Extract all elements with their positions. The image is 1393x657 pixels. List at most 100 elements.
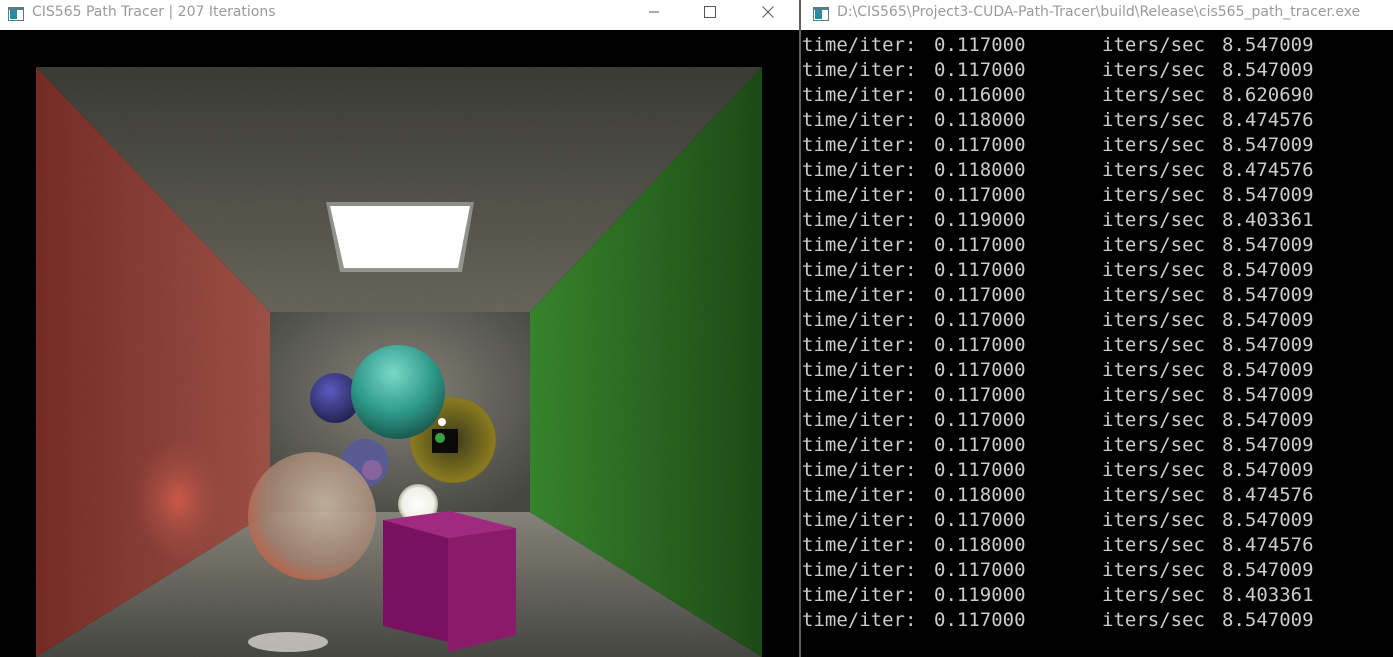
minimize-button[interactable] (631, 0, 677, 24)
console-value: 0.117000 (934, 184, 1026, 206)
console-line: time/iter: 0.119000 iters/sec 8.403361 (801, 208, 1393, 233)
window-title: CIS565 Path Tracer | 207 Iterations (32, 4, 276, 20)
render-window[interactable]: CIS565 Path Tracer | 207 Iterations (0, 0, 799, 657)
console-value: 0.116000 (934, 84, 1026, 106)
console-label: time/iter: (802, 134, 917, 156)
console-label: time/iter: (802, 359, 917, 381)
console-label: iters/sec (1102, 459, 1205, 481)
console-window-titlebar[interactable]: D:\CIS565\Project3-CUDA-Path-Tracer\buil… (801, 0, 1393, 30)
console-value: 8.474576 (1222, 159, 1314, 181)
console-value: 0.117000 (934, 509, 1026, 531)
console-label: iters/sec (1102, 259, 1205, 281)
console-value: 8.547009 (1222, 609, 1314, 631)
console-label: time/iter: (802, 59, 917, 81)
maximize-button[interactable] (687, 0, 733, 24)
console-label: iters/sec (1102, 59, 1205, 81)
console-value: 8.547009 (1222, 434, 1314, 456)
console-label: iters/sec (1102, 384, 1205, 406)
console-value: 0.119000 (934, 209, 1026, 231)
console-value: 8.474576 (1222, 534, 1314, 556)
console-value: 0.117000 (934, 559, 1026, 581)
console-value: 8.547009 (1222, 409, 1314, 431)
console-value: 8.620690 (1222, 84, 1314, 106)
console-label: time/iter: (802, 234, 917, 256)
magenta-cube (383, 511, 516, 652)
console-value: 8.474576 (1222, 484, 1314, 506)
console-value: 8.547009 (1222, 134, 1314, 156)
console-line: time/iter: 0.118000 iters/sec 8.474576 (801, 158, 1393, 183)
console-window-icon (813, 5, 829, 21)
console-label: time/iter: (802, 584, 917, 606)
console-label: time/iter: (802, 184, 917, 206)
console-value: 0.117000 (934, 409, 1026, 431)
console-line: time/iter: 0.117000 iters/sec 8.547009 (801, 558, 1393, 583)
console-window[interactable]: D:\CIS565\Project3-CUDA-Path-Tracer\buil… (801, 0, 1393, 657)
console-output[interactable]: time/iter: 0.117000 iters/sec 8.547009 time/… (801, 30, 1393, 657)
console-title: D:\CIS565\Project3-CUDA-Path-Tracer\buil… (837, 4, 1361, 20)
console-value: 8.547009 (1222, 184, 1314, 206)
floor-reflection (248, 632, 328, 652)
console-value: 8.547009 (1222, 509, 1314, 531)
teal-sphere (351, 345, 445, 439)
console-value: 0.117000 (934, 359, 1026, 381)
console-line: time/iter: 0.117000 iters/sec 8.547009 (801, 608, 1393, 633)
console-value: 8.403361 (1222, 209, 1314, 231)
console-label: iters/sec (1102, 209, 1205, 231)
close-icon (762, 6, 774, 18)
console-value: 8.547009 (1222, 384, 1314, 406)
console-label: time/iter: (802, 609, 917, 631)
console-value: 8.547009 (1222, 459, 1314, 481)
console-value: 8.547009 (1222, 559, 1314, 581)
console-value: 0.118000 (934, 159, 1026, 181)
cornell-box-render (36, 67, 762, 657)
console-value: 0.118000 (934, 109, 1026, 131)
console-value: 8.547009 (1222, 259, 1314, 281)
console-label: iters/sec (1102, 534, 1205, 556)
console-value: 8.547009 (1222, 59, 1314, 81)
console-value: 8.547009 (1222, 334, 1314, 356)
console-label: time/iter: (802, 309, 917, 331)
minimize-icon (649, 11, 659, 13)
console-label: iters/sec (1102, 184, 1205, 206)
app-window-icon (8, 5, 24, 21)
console-line: time/iter: 0.117000 iters/sec 8.547009 (801, 358, 1393, 383)
console-label: time/iter: (802, 559, 917, 581)
close-button[interactable] (745, 0, 791, 24)
console-value: 8.547009 (1222, 359, 1314, 381)
console-line: time/iter: 0.117000 iters/sec 8.547009 (801, 333, 1393, 358)
console-value: 0.117000 (934, 34, 1026, 56)
console-value: 8.547009 (1222, 284, 1314, 306)
console-label: time/iter: (802, 284, 917, 306)
console-value: 0.117000 (934, 334, 1026, 356)
console-line: time/iter: 0.117000 iters/sec 8.547009 (801, 458, 1393, 483)
console-line: time/iter: 0.119000 iters/sec 8.403361 (801, 583, 1393, 608)
console-value: 8.547009 (1222, 309, 1314, 331)
console-value: 8.403361 (1222, 584, 1314, 606)
console-value: 0.117000 (934, 59, 1026, 81)
console-label: iters/sec (1102, 584, 1205, 606)
console-line: time/iter: 0.117000 iters/sec 8.547009 (801, 183, 1393, 208)
console-value: 0.117000 (934, 434, 1026, 456)
console-line: time/iter: 0.117000 iters/sec 8.547009 (801, 508, 1393, 533)
console-label: iters/sec (1102, 234, 1205, 256)
console-label: time/iter: (802, 34, 917, 56)
render-window-titlebar[interactable]: CIS565 Path Tracer | 207 Iterations (0, 0, 799, 30)
console-label: time/iter: (802, 434, 917, 456)
console-label: iters/sec (1102, 159, 1205, 181)
console-value: 0.117000 (934, 609, 1026, 631)
console-label: time/iter: (802, 334, 917, 356)
console-label: time/iter: (802, 159, 917, 181)
render-viewport[interactable] (0, 30, 799, 657)
console-value: 0.117000 (934, 234, 1026, 256)
console-value: 0.117000 (934, 134, 1026, 156)
console-label: iters/sec (1102, 409, 1205, 431)
glass-sphere (248, 452, 376, 580)
console-line: time/iter: 0.117000 iters/sec 8.547009 (801, 33, 1393, 58)
console-label: iters/sec (1102, 109, 1205, 131)
console-label: time/iter: (802, 484, 917, 506)
console-line: time/iter: 0.117000 iters/sec 8.547009 (801, 383, 1393, 408)
console-label: time/iter: (802, 84, 917, 106)
console-value: 0.117000 (934, 259, 1026, 281)
console-line: time/iter: 0.117000 iters/sec 8.547009 (801, 58, 1393, 83)
console-line: time/iter: 0.116000 iters/sec 8.620690 (801, 83, 1393, 108)
